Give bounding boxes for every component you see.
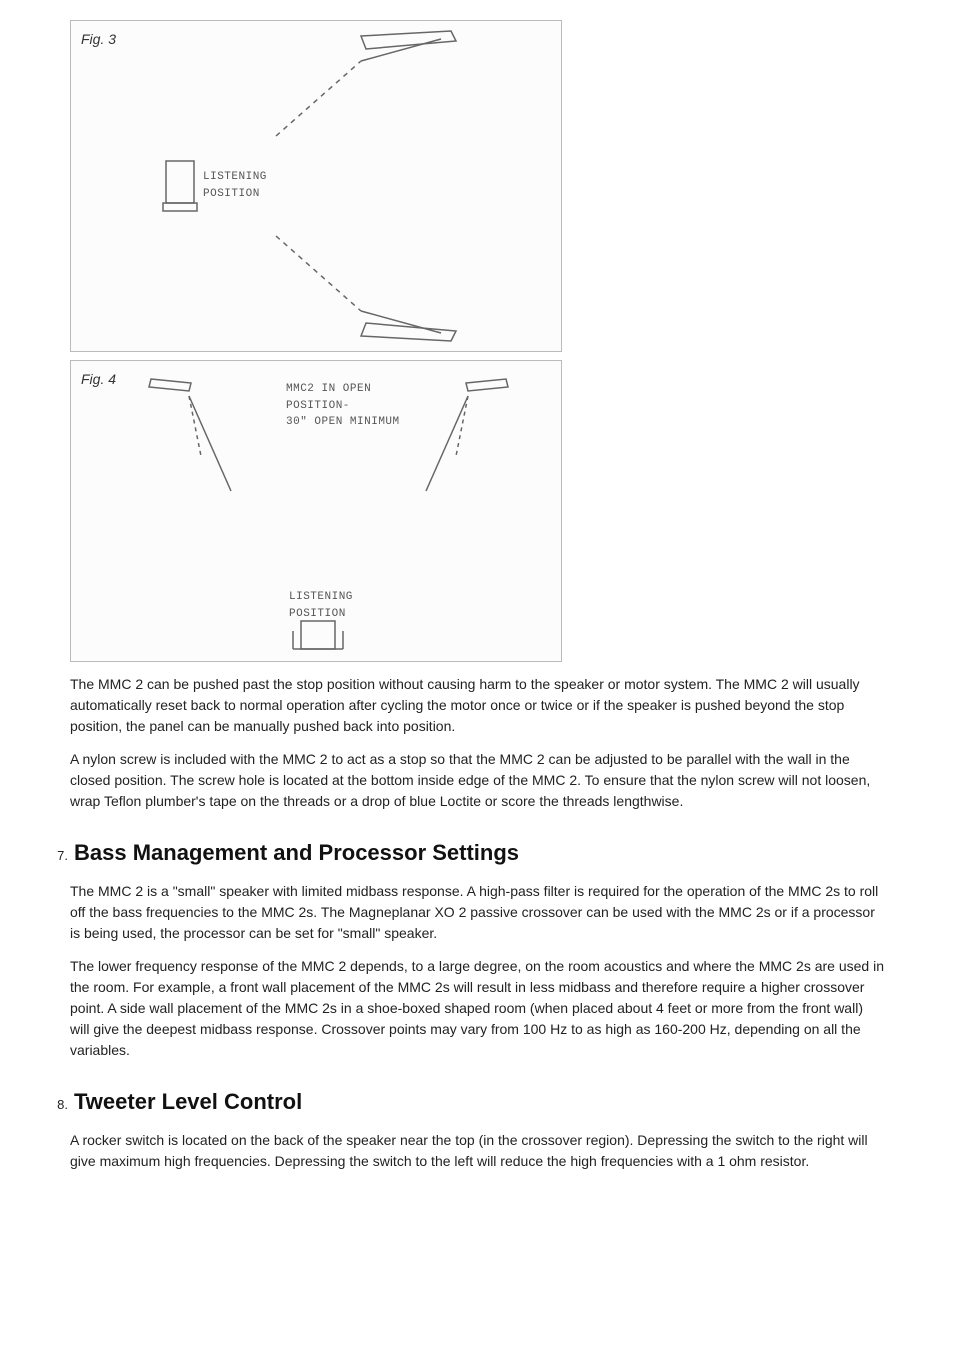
paragraph-nylon-screw: A nylon screw is included with the MMC 2…	[70, 749, 884, 812]
section-8-header: 8. Tweeter Level Control	[40, 1085, 914, 1118]
figure-4: Fig. 4 MMC2 IN OPEN POSITION- 30" OPEN M…	[70, 360, 562, 662]
section-8-title: Tweeter Level Control	[74, 1085, 302, 1118]
figure-4-listening-label: LISTENING POSITION	[289, 589, 353, 622]
figure-3: Fig. 3 LISTENING POSITION	[70, 20, 562, 352]
figure-4-mmc-label: MMC2 IN OPEN POSITION- 30" OPEN MINIMUM	[286, 381, 400, 431]
section-8-paragraph-1: A rocker switch is located on the back o…	[70, 1130, 884, 1172]
section-7-number: 7.	[40, 846, 74, 866]
section-7-paragraph-1: The MMC 2 is a "small" speaker with limi…	[70, 881, 884, 944]
section-8-number: 8.	[40, 1095, 74, 1115]
section-7-header: 7. Bass Management and Processor Setting…	[40, 836, 914, 869]
section-7-title: Bass Management and Processor Settings	[74, 836, 519, 869]
figure-3-listening-label: LISTENING POSITION	[203, 169, 267, 202]
section-7-paragraph-2: The lower frequency response of the MMC …	[70, 956, 884, 1061]
paragraph-stop-position: The MMC 2 can be pushed past the stop po…	[70, 674, 884, 737]
figure-3-diagram	[71, 21, 561, 351]
